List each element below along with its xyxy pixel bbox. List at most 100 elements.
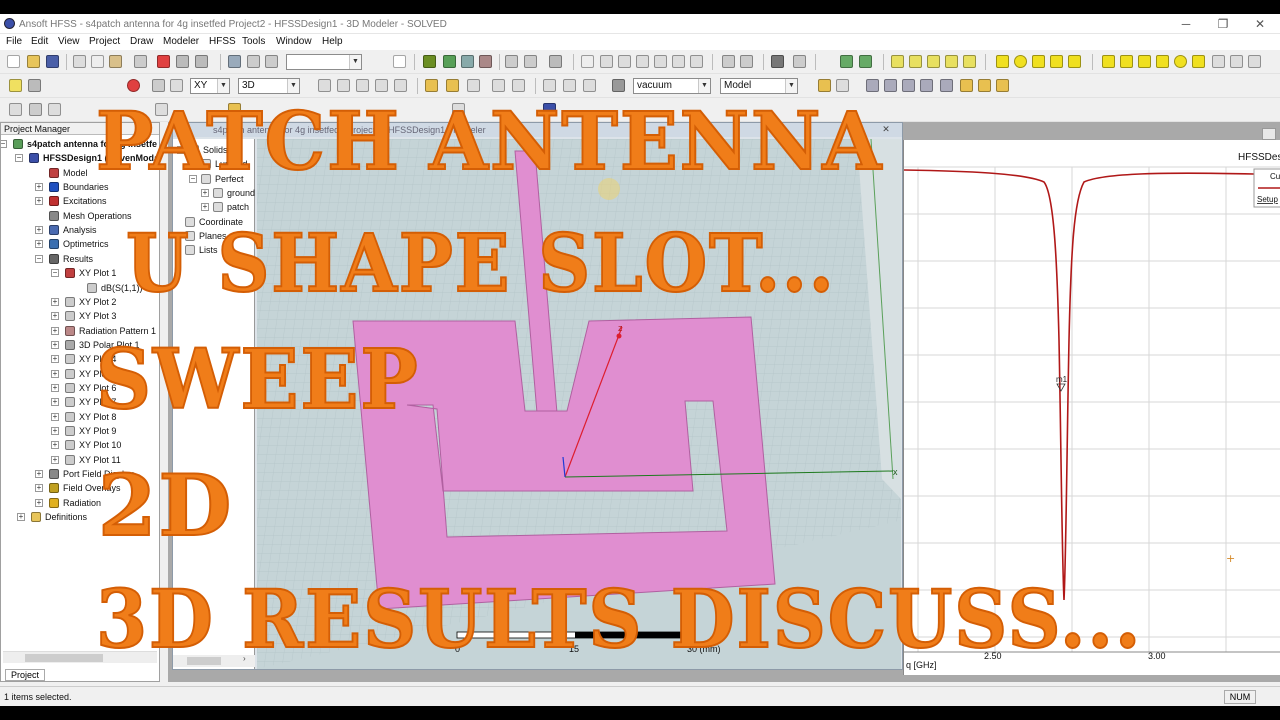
object-cs-icon[interactable] bbox=[467, 79, 480, 92]
cut-icon[interactable] bbox=[73, 55, 86, 68]
draw-sphere-icon[interactable] bbox=[1156, 55, 1169, 68]
expand-icon[interactable]: + bbox=[35, 226, 43, 235]
snap-face-icon[interactable] bbox=[375, 79, 388, 92]
draw-helix-icon[interactable] bbox=[1192, 55, 1205, 68]
expand-icon[interactable]: + bbox=[51, 412, 59, 421]
expand-icon[interactable]: + bbox=[201, 188, 209, 197]
collapse-icon[interactable]: − bbox=[189, 174, 197, 183]
spin-icon[interactable] bbox=[636, 55, 649, 68]
collapse-icon[interactable]: − bbox=[1, 140, 7, 148]
zoom-in-icon[interactable] bbox=[722, 55, 735, 68]
plot-icon[interactable] bbox=[524, 55, 537, 68]
menu-draw[interactable]: Draw bbox=[130, 36, 153, 47]
thicken-icon[interactable] bbox=[920, 79, 933, 92]
expand-icon[interactable]: + bbox=[51, 427, 59, 435]
draw-polyline-icon[interactable] bbox=[963, 55, 976, 68]
view-icon[interactable] bbox=[771, 55, 784, 68]
pan-icon[interactable] bbox=[581, 55, 594, 68]
draw-spiral-icon[interactable] bbox=[1230, 55, 1243, 68]
material-combo[interactable]: vacuum ▼ bbox=[633, 78, 711, 94]
validate-icon[interactable] bbox=[423, 55, 436, 68]
expand-icon[interactable]: + bbox=[51, 369, 59, 378]
grid-icon[interactable] bbox=[170, 79, 183, 92]
draw-line-icon[interactable] bbox=[891, 55, 904, 68]
fit-icon[interactable] bbox=[690, 55, 703, 68]
print-icon[interactable] bbox=[134, 55, 147, 68]
restore-button[interactable]: ❐ bbox=[1203, 15, 1243, 33]
cs-icon[interactable] bbox=[425, 79, 438, 92]
expand-icon[interactable]: + bbox=[51, 326, 59, 335]
orbit-icon[interactable] bbox=[600, 55, 613, 68]
menu-edit[interactable]: Edit bbox=[31, 36, 48, 47]
stop-icon[interactable] bbox=[127, 79, 140, 92]
draw-rectangle-icon[interactable] bbox=[996, 55, 1009, 68]
view-hide-icon[interactable] bbox=[29, 103, 42, 116]
close-button[interactable]: ✕ bbox=[1240, 15, 1280, 33]
design-icon[interactable] bbox=[543, 103, 556, 116]
expand-icon[interactable]: + bbox=[35, 484, 43, 493]
menu-file[interactable]: File bbox=[6, 36, 22, 47]
sweep-icon[interactable] bbox=[866, 79, 879, 92]
draw-torus-icon[interactable] bbox=[1174, 55, 1187, 68]
move-icon[interactable] bbox=[247, 55, 260, 68]
draw-cylinder-icon[interactable] bbox=[1120, 55, 1133, 68]
boundary-icon[interactable] bbox=[228, 103, 241, 116]
snap-grid-icon[interactable] bbox=[318, 79, 331, 92]
rotate-view-icon[interactable] bbox=[618, 55, 631, 68]
modeler-close-icon[interactable]: ✕ bbox=[879, 124, 893, 135]
mode-combo[interactable]: Model ▼ bbox=[720, 78, 798, 94]
draw-bondwire-icon[interactable] bbox=[1212, 55, 1225, 68]
expand-icon[interactable]: + bbox=[51, 297, 59, 306]
draw-polygon-icon[interactable] bbox=[1050, 55, 1063, 68]
expand-icon[interactable]: + bbox=[35, 197, 43, 206]
draw-udp-icon[interactable] bbox=[1248, 55, 1261, 68]
collapse-icon[interactable]: − bbox=[177, 146, 185, 154]
view-show-icon[interactable] bbox=[48, 103, 61, 116]
draw-cone-icon[interactable] bbox=[1138, 55, 1151, 68]
snap-center-icon[interactable] bbox=[394, 79, 407, 92]
tree-scrollbar[interactable] bbox=[3, 651, 157, 663]
boolean-subtract-icon[interactable] bbox=[836, 79, 849, 92]
mesh-plot-icon[interactable] bbox=[859, 55, 872, 68]
menu-help[interactable]: Help bbox=[322, 36, 343, 47]
expand-icon[interactable]: + bbox=[201, 203, 209, 212]
align-icon[interactable] bbox=[563, 79, 576, 92]
analyze-icon[interactable] bbox=[443, 55, 456, 68]
field-overlay-icon[interactable] bbox=[479, 55, 492, 68]
layer-icon[interactable] bbox=[9, 103, 22, 116]
window-icon[interactable] bbox=[549, 55, 562, 68]
properties-icon[interactable] bbox=[393, 55, 406, 68]
minimize-button[interactable]: ─ bbox=[1166, 15, 1206, 33]
wrap-icon[interactable] bbox=[940, 79, 953, 92]
report-window-button[interactable] bbox=[1262, 128, 1276, 140]
save-icon[interactable] bbox=[46, 55, 59, 68]
expand-icon[interactable]: + bbox=[35, 183, 43, 192]
expand-icon[interactable]: + bbox=[35, 498, 43, 507]
expand-icon[interactable]: + bbox=[189, 160, 197, 169]
expand-icon[interactable]: + bbox=[51, 455, 59, 464]
menu-view[interactable]: View bbox=[58, 36, 80, 47]
expand-icon[interactable]: + bbox=[35, 240, 43, 249]
paste-icon[interactable] bbox=[109, 55, 122, 68]
selection-combo[interactable]: ▼ bbox=[286, 54, 362, 70]
sweep-path-icon[interactable] bbox=[902, 79, 915, 92]
mesh-icon[interactable] bbox=[840, 55, 853, 68]
expand-icon[interactable]: + bbox=[51, 383, 59, 392]
rotate-icon[interactable] bbox=[265, 55, 278, 68]
cursor-icon[interactable] bbox=[28, 79, 41, 92]
draw-spline-icon[interactable] bbox=[909, 55, 922, 68]
menu-modeler[interactable]: Modeler bbox=[163, 36, 199, 47]
collapse-icon[interactable]: − bbox=[15, 154, 23, 163]
delete-icon[interactable] bbox=[157, 55, 170, 68]
expand-icon[interactable]: + bbox=[51, 312, 59, 321]
expand-icon[interactable]: + bbox=[35, 470, 43, 479]
redo-icon[interactable] bbox=[195, 55, 208, 68]
imprint-icon[interactable] bbox=[960, 79, 973, 92]
dimension-combo[interactable]: 3D ▼ bbox=[238, 78, 300, 94]
scrollbar-thumb[interactable] bbox=[187, 657, 221, 665]
draw-circle-icon[interactable] bbox=[1032, 55, 1045, 68]
set-cs-icon[interactable] bbox=[492, 79, 505, 92]
expand-icon[interactable]: + bbox=[51, 441, 59, 450]
copy-icon[interactable] bbox=[91, 55, 104, 68]
dynamic-zoom-icon[interactable] bbox=[672, 55, 685, 68]
